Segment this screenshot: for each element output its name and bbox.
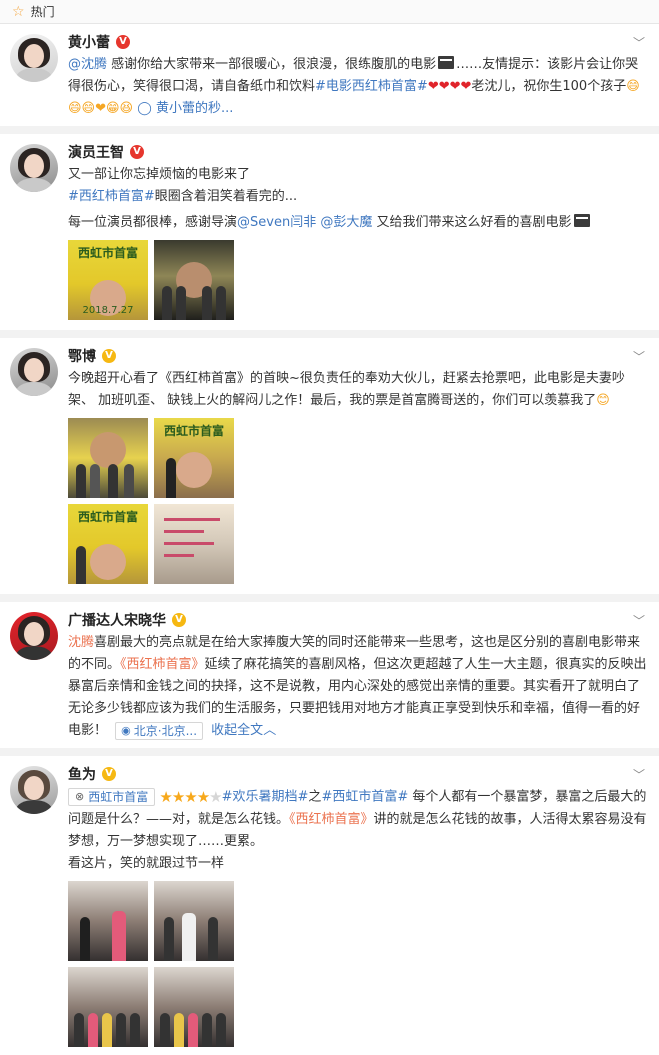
image-grid: 西虹市首富 西虹市首富 [68, 418, 238, 584]
location-tag[interactable]: ◉ 北京·北京... [115, 721, 204, 740]
hashtag-link[interactable]: #西红柿首富# [68, 189, 155, 204]
video-loop-icon: ◯ [137, 101, 152, 116]
hashtag-link[interactable]: #电影西红柿首富# [315, 79, 428, 94]
post-text: 沈腾喜剧最大的亮点就是在给大家捧腹大笑的同时还能带来一些思考，这也是区分别的喜剧… [68, 632, 647, 742]
post-card: 演员王智 V 又一部让你忘掉烦恼的电影来了 #西红柿首富#眼圈含着泪笑着看完的.… [0, 134, 659, 338]
ticket-image[interactable] [154, 504, 234, 584]
premiere-image[interactable] [68, 966, 148, 1047]
post-card: ﹀ 鱼为 V ⊗ 西虹市首富 ★★★★★#欢乐暑期档#之#西虹市首富# 每个人都有… [0, 756, 659, 1055]
author-name[interactable]: 鱼为 V [68, 764, 116, 784]
premiere-image[interactable] [154, 240, 234, 320]
chevron-down-icon[interactable]: ﹀ [631, 612, 647, 628]
film-clapper-icon [573, 214, 590, 227]
hashtag-link[interactable]: #西虹市首富# [321, 790, 408, 805]
verified-badge-icon: V [116, 35, 130, 49]
movie-title-link[interactable]: 《西红柿首富》 [120, 657, 205, 672]
smile-emoji: 😊 [596, 393, 610, 408]
section-title: 热门 [30, 5, 55, 19]
rating-stars: ★★★★★ [159, 788, 222, 806]
poster-image[interactable]: 西虹市首富 [68, 504, 148, 584]
mention-link[interactable]: @Seven闫非 [237, 215, 316, 230]
post-card: ﹀ 广播达人宋晓华 V 沈腾喜剧最大的亮点就是在给大家捧腹大笑的同时还能带来一些… [0, 602, 659, 756]
chevron-down-icon[interactable]: ﹀ [631, 348, 647, 364]
mention-link[interactable]: 沈腾 [68, 635, 94, 650]
author-name[interactable]: 广播达人宋晓华 V [68, 610, 186, 630]
image-grid [68, 880, 238, 1047]
verified-badge-icon: V [102, 767, 116, 781]
chevron-up-icon[interactable]: ︿ [263, 723, 276, 738]
verified-badge-icon: V [102, 349, 116, 363]
author-name[interactable]: 黄小蕾 V [68, 32, 130, 52]
section-header: ☆ 热门 [0, 0, 659, 24]
location-pin-icon: ◉ [121, 723, 131, 737]
chevron-down-icon[interactable]: ﹀ [631, 766, 647, 782]
mention-link[interactable]: @沈腾 [68, 57, 107, 72]
video-link[interactable]: 黄小蕾的秒... [156, 101, 233, 116]
author-name[interactable]: 鄂博 V [68, 346, 116, 366]
premiere-image[interactable] [154, 966, 234, 1047]
movie-tag[interactable]: ⊗ 西虹市首富 [68, 788, 156, 806]
avatar[interactable] [10, 34, 58, 82]
post-text: ⊗ 西虹市首富 ★★★★★#欢乐暑期档#之#西虹市首富# 每个人都有一个暴富梦，暴… [68, 788, 647, 871]
post-card: ﹀ 鄂博 V 今晚超开心看了《西红柿首富》的首映~很负责任的奉劝大伙儿，赶紧去抢… [0, 338, 659, 602]
post-text: 又一部让你忘掉烦恼的电影来了 #西红柿首富#眼圈含着泪笑着看完的... 每一位演… [68, 164, 647, 234]
movie-title-link[interactable]: 《西红柿首富》 [289, 812, 374, 827]
half-star-icon: ★ [209, 788, 222, 806]
avatar[interactable] [10, 144, 58, 192]
avatar[interactable] [10, 612, 58, 660]
film-clapper-icon [438, 56, 455, 69]
avatar[interactable] [10, 766, 58, 814]
post-card: ﹀ 黄小蕾 V @沈腾 感谢你给大家带来一部很暖心，很浪漫，很练腹肌的电影 ……友… [0, 24, 659, 134]
hashtag-link[interactable]: #欢乐暑期档# [222, 790, 309, 805]
post-text: 今晚超开心看了《西红柿首富》的首映~很负责任的奉劝大伙儿，赶紧去抢票吧，此电影是… [68, 371, 625, 408]
avatar[interactable] [10, 348, 58, 396]
author-name[interactable]: 演员王智 V [68, 142, 144, 162]
premiere-image[interactable] [154, 880, 234, 961]
chevron-down-icon[interactable]: ﹀ [631, 34, 647, 50]
collapse-link[interactable]: 收起全文 [211, 723, 263, 738]
film-reel-icon: ⊗ [75, 790, 85, 803]
premiere-image[interactable] [68, 418, 148, 498]
verified-badge-icon: V [172, 613, 186, 627]
image-grid: 西虹市首富 2018.7.27 [68, 240, 647, 320]
mention-link[interactable]: @彭大魔 [320, 215, 372, 230]
hearts-emoji: ❤❤❤❤ [427, 79, 472, 94]
premiere-image[interactable] [68, 880, 148, 961]
star-icon: ☆ [12, 3, 25, 20]
poster-image[interactable]: 西虹市首富 2018.7.27 [68, 240, 148, 320]
poster-image[interactable]: 西虹市首富 [154, 418, 234, 498]
post-text: @沈腾 感谢你给大家带来一部很暖心，很浪漫，很练腹肌的电影 ……友情提示：该影片会… [68, 56, 640, 116]
verified-badge-icon: V [130, 145, 144, 159]
